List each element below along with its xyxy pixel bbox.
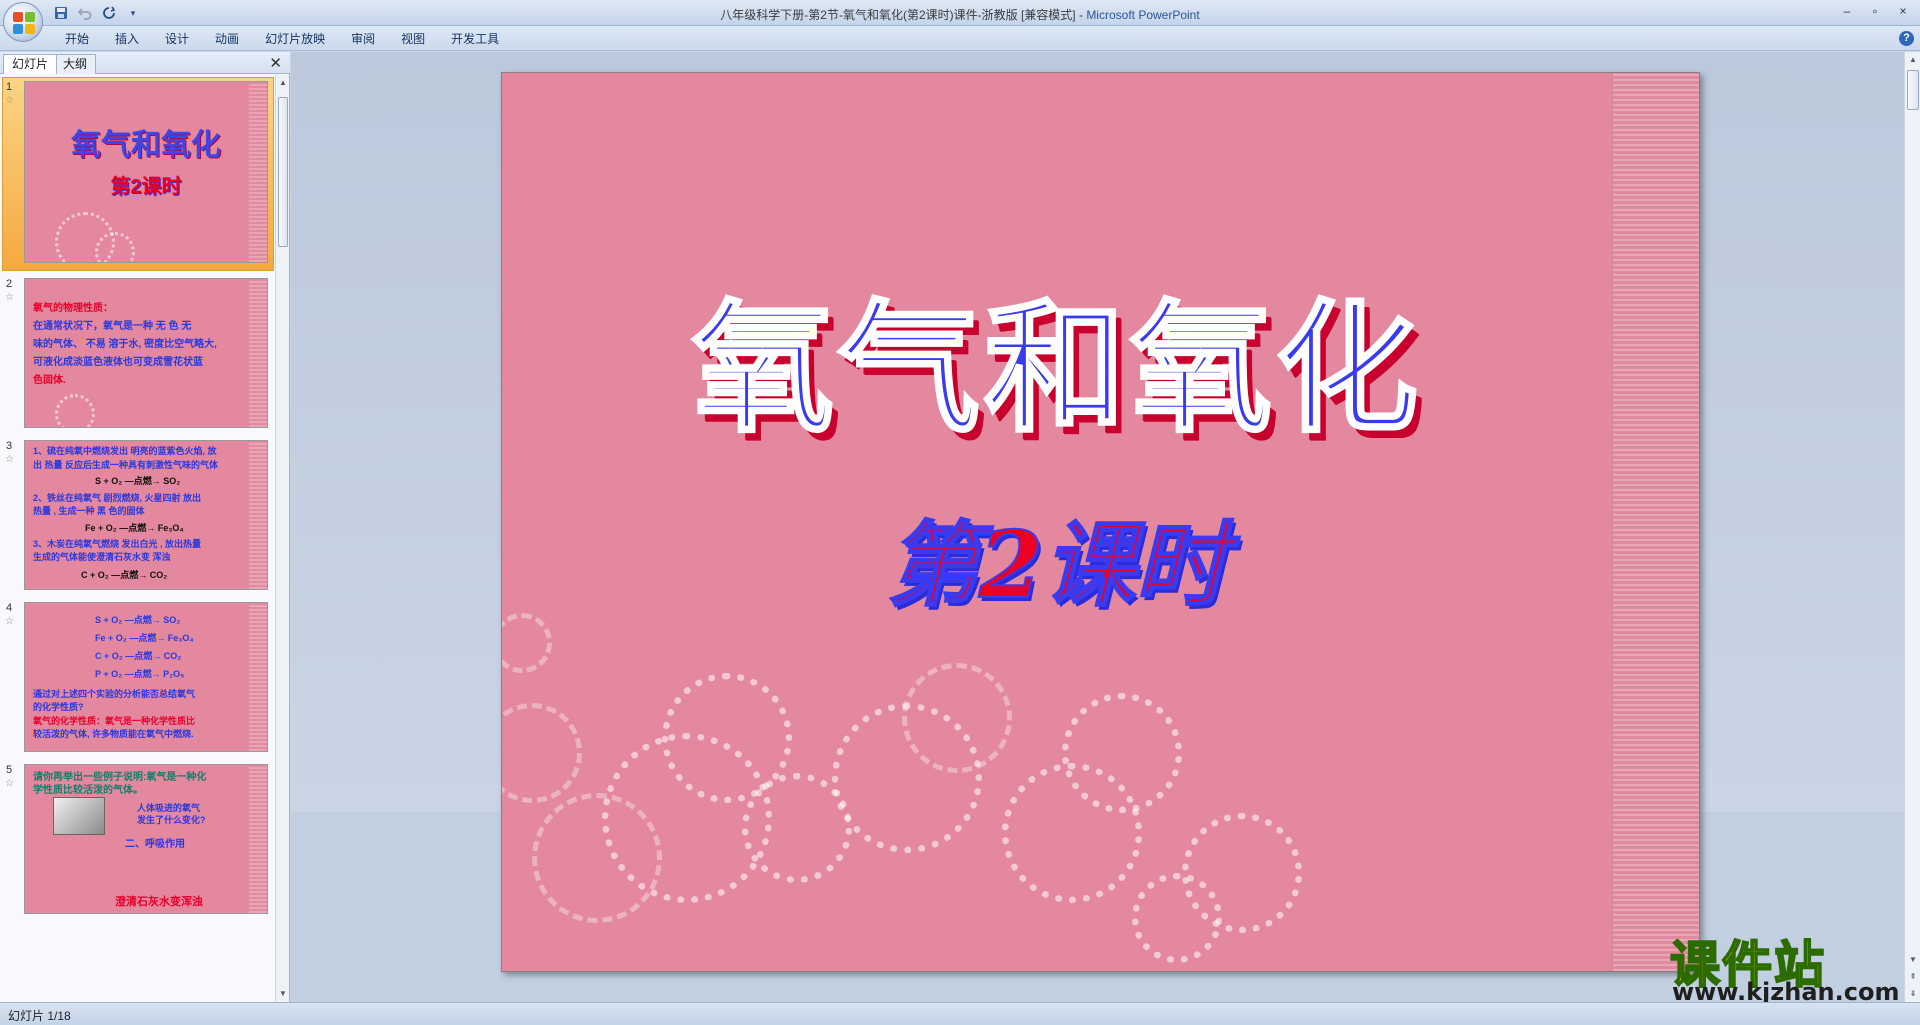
thumbnail-image: 1、硫在纯氧中燃烧发出 明亮的蓝紫色火焰, 放 出 热量 反应后生成一种具有刺激… xyxy=(24,440,268,590)
thumb-text-line: 出 热量 反应后生成一种具有刺激性气味的气体 xyxy=(33,460,219,470)
thumb-equation: Fe + O₂ —点燃→ Fe₃O₄ xyxy=(85,523,184,533)
document-title: 八年级科学下册-第2节-氧气和氧化(第2课时)课件-浙教版 [兼容模式] xyxy=(720,8,1076,22)
tab-design[interactable]: 设计 xyxy=(152,30,202,48)
minimize-icon[interactable]: – xyxy=(1834,2,1860,20)
thumb-text-line: 2、铁丝在纯氧气 剧烈燃烧, 火星四射 放出 xyxy=(33,493,202,503)
slide-scrollbar[interactable]: ▲ ▼ ⇞ ⇟ xyxy=(1904,52,1920,1002)
slide-subtitle[interactable]: 第2课时 xyxy=(502,491,1612,624)
slide-number: 1 xyxy=(6,81,13,93)
thumb-text-line: 可液化成淡蓝色液体也可变成雪花状蓝 xyxy=(33,357,203,368)
slides-pane: 幻灯片 大纲 ✕ 1 ☆ 氧气和氧化 第2课时 2 ☆ 氧气的物理性质： 在通常… xyxy=(0,52,290,1002)
animation-star-icon: ☆ xyxy=(5,292,14,303)
thumb-equation: S + O₂ —点燃→ SO₂ xyxy=(95,615,181,625)
decor-circle xyxy=(532,793,662,923)
watermark-logo: 课件站 www.kjzhan.com xyxy=(1669,925,1910,1006)
thumbnail-image: 请你再举出一些例子说明:氧气是一种化 学性质比较活泼的气体。 人体吸进的氧气 发… xyxy=(24,764,268,914)
thumbnails-scrollbar[interactable]: ▲ ▼ xyxy=(275,75,289,1002)
thumbnail-image: 氧气和氧化 第2课时 xyxy=(24,81,268,263)
thumb-text-line: 发生了什么变化? xyxy=(137,815,206,825)
thumb-title: 氧气和氧化 xyxy=(71,129,221,162)
decor-circle xyxy=(95,232,135,262)
thumb-text-line: 二、呼吸作用 xyxy=(125,839,185,850)
close-icon[interactable]: ✕ xyxy=(269,54,282,72)
tab-outline[interactable]: 大纲 xyxy=(54,54,97,74)
slide-number: 2 xyxy=(6,278,13,290)
slide-number: 3 xyxy=(6,440,13,452)
thumb-text-line: 学性质比较活泼的气体。 xyxy=(33,785,143,796)
pane-tabs: 幻灯片 大纲 ✕ xyxy=(0,52,290,74)
thumb-equation: C + O₂ —点燃→ CO₂ xyxy=(95,651,182,661)
thumb-text-line: 氧气的物理性质： xyxy=(33,303,113,314)
slide-side-stripe xyxy=(1612,73,1699,971)
office-button[interactable] xyxy=(3,2,43,42)
office-logo-icon xyxy=(13,12,35,34)
thumb-stripe xyxy=(249,279,267,427)
scroll-thumb[interactable] xyxy=(1907,70,1919,110)
slide-title[interactable]: 氧气和氧化 xyxy=(502,253,1612,459)
current-slide[interactable]: 氧气和氧化 第2课时 xyxy=(501,72,1700,972)
decor-circle xyxy=(502,703,582,803)
tab-animations[interactable]: 动画 xyxy=(202,30,252,48)
slide-number: 4 xyxy=(6,602,13,614)
slide-thumbnails: 1 ☆ 氧气和氧化 第2课时 2 ☆ 氧气的物理性质： 在通常状况下，氧气是一种… xyxy=(0,75,276,1002)
window-controls: – ▫ × xyxy=(1834,2,1916,20)
decor-circle xyxy=(1062,693,1182,813)
restore-icon[interactable]: ▫ xyxy=(1862,2,1888,20)
scroll-thumb[interactable] xyxy=(278,97,288,247)
slide-editing-area: 氧气和氧化 第2课时 xyxy=(291,52,1904,1002)
thumb-text-line: 澄清石灰水变浑浊 xyxy=(115,896,203,908)
animation-star-icon: ☆ xyxy=(5,95,14,106)
scroll-up-icon[interactable]: ▲ xyxy=(276,75,290,91)
thumb-text-line: 通过对上述四个实验的分析能否总结氧气 xyxy=(33,689,196,699)
ribbon-tabs: 开始 插入 设计 动画 幻灯片放映 审阅 视图 开发工具 xyxy=(52,30,512,48)
thumb-stripe xyxy=(249,765,267,913)
thumb-subtitle: 第2课时 xyxy=(110,176,182,198)
tab-developer[interactable]: 开发工具 xyxy=(438,30,512,48)
tab-insert[interactable]: 插入 xyxy=(102,30,152,48)
decor-circle xyxy=(502,613,552,673)
tab-slideshow[interactable]: 幻灯片放映 xyxy=(252,30,338,48)
scroll-up-icon[interactable]: ▲ xyxy=(1905,52,1920,68)
slide-counter: 幻灯片 1/18 xyxy=(8,1009,71,1023)
thumb-text-line: 生成的气体能使澄清石灰水变 浑浊 xyxy=(33,552,171,562)
tab-review[interactable]: 审阅 xyxy=(338,30,388,48)
thumb-text-line: 氧气的化学性质：氧气是一种化学性质比 xyxy=(33,716,196,726)
thumb-text-line: 的化学性质? xyxy=(33,702,84,712)
window-title: 八年级科学下册-第2节-氧气和氧化(第2课时)课件-浙教版 [兼容模式] - M… xyxy=(0,6,1920,23)
tab-view[interactable]: 视图 xyxy=(388,30,438,48)
thumb-text-line: 在通常状况下，氧气是一种 无 色 无 xyxy=(33,321,192,332)
thumb-text-line: 1、硫在纯氧中燃烧发出 明亮的蓝紫色火焰, 放 xyxy=(33,446,217,456)
animation-star-icon: ☆ xyxy=(5,454,14,465)
thumb-stripe xyxy=(249,441,267,589)
thumbnail-image: S + O₂ —点燃→ SO₂ Fe + O₂ —点燃→ Fe₃O₄ C + O… xyxy=(24,602,268,752)
slide-number: 5 xyxy=(6,764,13,776)
thumb-text-line: 热量 , 生成一种 黑 色的固体 xyxy=(33,506,145,516)
animation-star-icon: ☆ xyxy=(5,778,14,789)
tab-home[interactable]: 开始 xyxy=(52,30,102,48)
title-bar: ▾ 八年级科学下册-第2节-氧气和氧化(第2课时)课件-浙教版 [兼容模式] -… xyxy=(0,0,1920,26)
thumb-stripe xyxy=(249,603,267,751)
app-name: Microsoft PowerPoint xyxy=(1086,8,1200,22)
thumb-equation: P + O₂ —点燃→ P₂O₅ xyxy=(95,669,185,679)
thumbnail-image: 氧气的物理性质： 在通常状况下，氧气是一种 无 色 无 味的气体、 不易 溶于水… xyxy=(24,278,268,428)
status-bar: 幻灯片 1/18 xyxy=(0,1002,1920,1025)
thumb-text-line: 较活泼的气体, 许多物质能在氧气中燃烧. xyxy=(33,729,194,739)
help-icon[interactable]: ? xyxy=(1899,31,1914,46)
thumb-text-line: 味的气体、 不易 溶于水, 密度比空气略大, xyxy=(33,339,217,350)
thumb-text-line: 3、木炭在纯氧气燃烧 发出白光 , 放出热量 xyxy=(33,539,202,549)
thumb-photo xyxy=(53,797,105,835)
animation-star-icon: ☆ xyxy=(5,616,14,627)
tab-slides[interactable]: 幻灯片 xyxy=(3,54,58,74)
scroll-down-icon[interactable]: ▼ xyxy=(276,986,290,1002)
decor-circle xyxy=(902,663,1012,773)
thumb-equation: S + O₂ —点燃→ SO₂ xyxy=(95,476,181,486)
title-separator: - xyxy=(1075,8,1087,22)
ribbon: 开始 插入 设计 动画 幻灯片放映 审阅 视图 开发工具 ? xyxy=(0,26,1920,51)
thumb-equation: Fe + O₂ —点燃→ Fe₃O₄ xyxy=(95,633,194,643)
decor-circle xyxy=(1132,873,1222,963)
close-icon[interactable]: × xyxy=(1890,2,1916,20)
decor-circle xyxy=(55,394,95,427)
thumb-equation: C + O₂ —点燃→ CO₂ xyxy=(81,570,168,580)
thumb-text-line: 色固体. xyxy=(33,375,66,386)
